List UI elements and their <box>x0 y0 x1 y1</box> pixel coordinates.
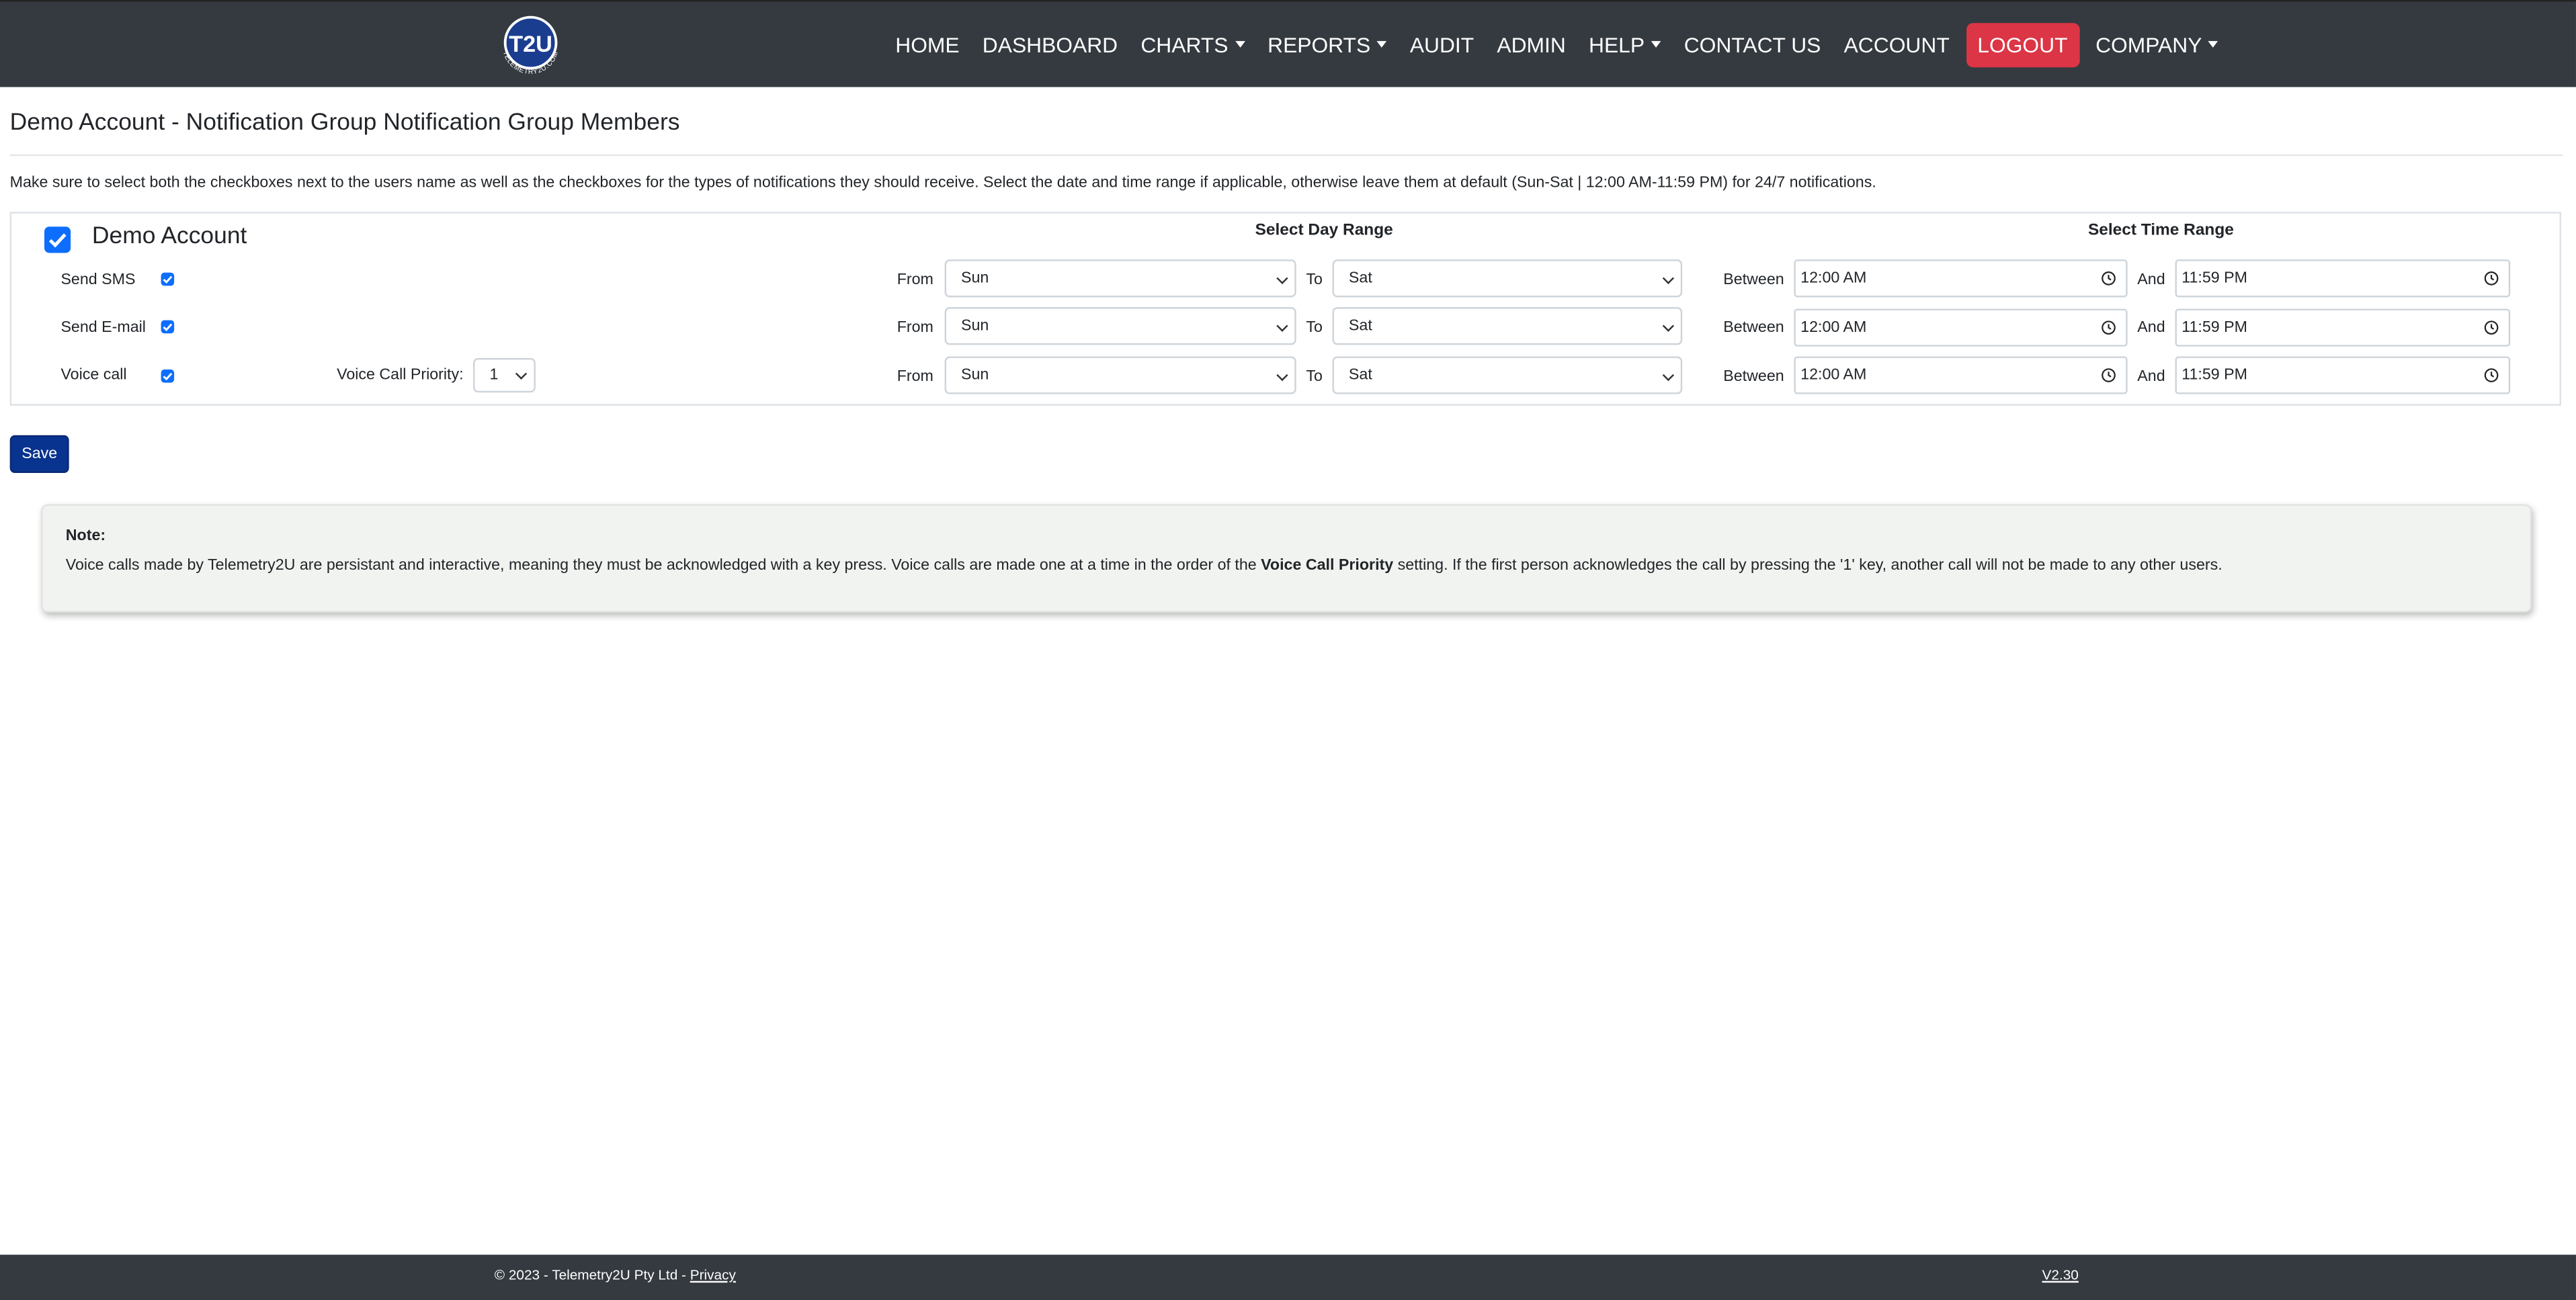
nav-audit[interactable]: AUDIT <box>1399 23 1486 67</box>
voice-to-day-select[interactable]: Sat <box>1332 356 1683 394</box>
voice-from-label: From <box>897 367 933 386</box>
nav-home[interactable]: HOME <box>884 23 971 67</box>
logo-text: T2U <box>509 32 552 57</box>
caret-down-icon <box>1651 40 1661 47</box>
nav-help[interactable]: HELP <box>1577 23 1673 67</box>
nav-charts[interactable]: CHARTS <box>1129 23 1256 67</box>
voice-call-label: Voice call <box>60 366 127 385</box>
privacy-link[interactable]: Privacy <box>690 1266 736 1283</box>
clock-icon <box>2484 320 2499 335</box>
nav-dashboard[interactable]: DASHBOARD <box>971 23 1130 67</box>
email-between-label: Between <box>1723 318 1784 337</box>
checkmark-icon <box>163 323 173 331</box>
note-title: Note: <box>65 527 106 546</box>
nav-reports[interactable]: REPORTS <box>1256 23 1399 67</box>
sms-end-time-input[interactable]: 11:59 PM <box>2175 259 2511 298</box>
chevron-down-icon <box>1662 320 1675 332</box>
voice-end-time-input[interactable]: 11:59 PM <box>2175 356 2511 394</box>
footer-copyright: © 2023 - Telemetry2U Pty Ltd - Privacy <box>494 1266 736 1283</box>
note-bold-term: Voice Call Priority <box>1261 556 1394 575</box>
logout-button[interactable]: LOGOUT <box>1966 23 2079 68</box>
caret-down-icon <box>1235 40 1245 47</box>
email-from-day-select[interactable]: Sun <box>944 307 1296 345</box>
nav-admin[interactable]: ADMIN <box>1485 23 1577 67</box>
voice-priority-label: Voice Call Priority: <box>337 366 464 385</box>
note-box: Note: Voice calls made by Telemetry2U ar… <box>41 504 2532 613</box>
title-divider <box>9 154 2563 157</box>
sms-from-label: From <box>897 271 933 290</box>
chevron-down-icon <box>1662 369 1675 382</box>
clock-icon <box>2102 368 2116 382</box>
chevron-down-icon <box>515 367 526 379</box>
voice-start-time-input[interactable]: 12:00 AM <box>1794 356 2128 394</box>
send-sms-label: Send SMS <box>60 271 136 290</box>
sms-and-label: And <box>2137 271 2165 290</box>
page-title: Demo Account - Notification Group Notifi… <box>9 110 680 136</box>
chevron-down-icon <box>1276 369 1288 382</box>
email-end-time-input[interactable]: 11:59 PM <box>2175 308 2511 347</box>
instructions-text: Make sure to select both the checkboxes … <box>9 174 1876 193</box>
note-text: Voice calls made by Telemetry2U are pers… <box>65 556 2222 575</box>
email-to-day-select[interactable]: Sat <box>1332 307 1683 345</box>
caret-down-icon <box>2208 40 2218 47</box>
sms-between-label: Between <box>1723 271 1784 290</box>
chevron-down-icon <box>1662 272 1675 284</box>
chevron-down-icon <box>1276 272 1288 284</box>
voice-to-label: To <box>1306 367 1323 386</box>
top-navbar: T2U TELEMETRY2U.COM HOME DASHBOARD CHART… <box>0 0 2576 87</box>
sms-start-time-input[interactable]: 12:00 AM <box>1794 259 2128 298</box>
voice-call-checkbox[interactable] <box>161 370 175 383</box>
clock-icon <box>2102 271 2116 286</box>
send-email-label: Send E-mail <box>60 318 146 337</box>
sms-to-day-select[interactable]: Sat <box>1332 259 1683 298</box>
member-name: Demo Account <box>91 223 247 250</box>
version-link[interactable]: V2.30 <box>2042 1266 2079 1283</box>
voice-priority-select[interactable]: 1 <box>473 357 536 393</box>
checkmark-icon <box>48 233 67 248</box>
clock-icon <box>2484 271 2499 286</box>
voice-between-label: Between <box>1723 367 1784 386</box>
telemetry2u-logo[interactable]: T2U TELEMETRY2U.COM <box>493 13 568 79</box>
send-email-checkbox[interactable] <box>161 320 175 334</box>
sms-from-day-select[interactable]: Sun <box>944 259 1296 298</box>
send-sms-checkbox[interactable] <box>161 272 175 286</box>
checkmark-icon <box>163 275 173 284</box>
nav-contact-us[interactable]: CONTACT US <box>1673 23 1833 67</box>
time-range-heading: Select Time Range <box>2087 222 2234 240</box>
email-start-time-input[interactable]: 12:00 AM <box>1794 308 2128 347</box>
voice-and-label: And <box>2137 367 2165 386</box>
nav-account[interactable]: ACCOUNT <box>1832 23 1960 67</box>
app-root: T2U TELEMETRY2U.COM HOME DASHBOARD CHART… <box>0 0 2576 1300</box>
main-nav: HOME DASHBOARD CHARTS REPORTS AUDIT ADMI… <box>884 1 2230 89</box>
save-button[interactable]: Save <box>9 435 69 474</box>
footer: © 2023 - Telemetry2U Pty Ltd - Privacy V… <box>0 1254 2576 1300</box>
nav-company[interactable]: COMPANY <box>2084 23 2230 67</box>
member-checkbox[interactable] <box>44 226 71 253</box>
caret-down-icon <box>1376 40 1387 47</box>
clock-icon <box>2484 368 2499 382</box>
sms-to-label: To <box>1306 271 1323 290</box>
day-range-heading: Select Day Range <box>1255 222 1393 240</box>
voice-from-day-select[interactable]: Sun <box>944 356 1296 394</box>
clock-icon <box>2102 320 2116 335</box>
email-from-label: From <box>897 318 933 337</box>
chevron-down-icon <box>1276 320 1288 332</box>
email-to-label: To <box>1306 318 1323 337</box>
email-and-label: And <box>2137 318 2165 337</box>
checkmark-icon <box>163 372 173 381</box>
